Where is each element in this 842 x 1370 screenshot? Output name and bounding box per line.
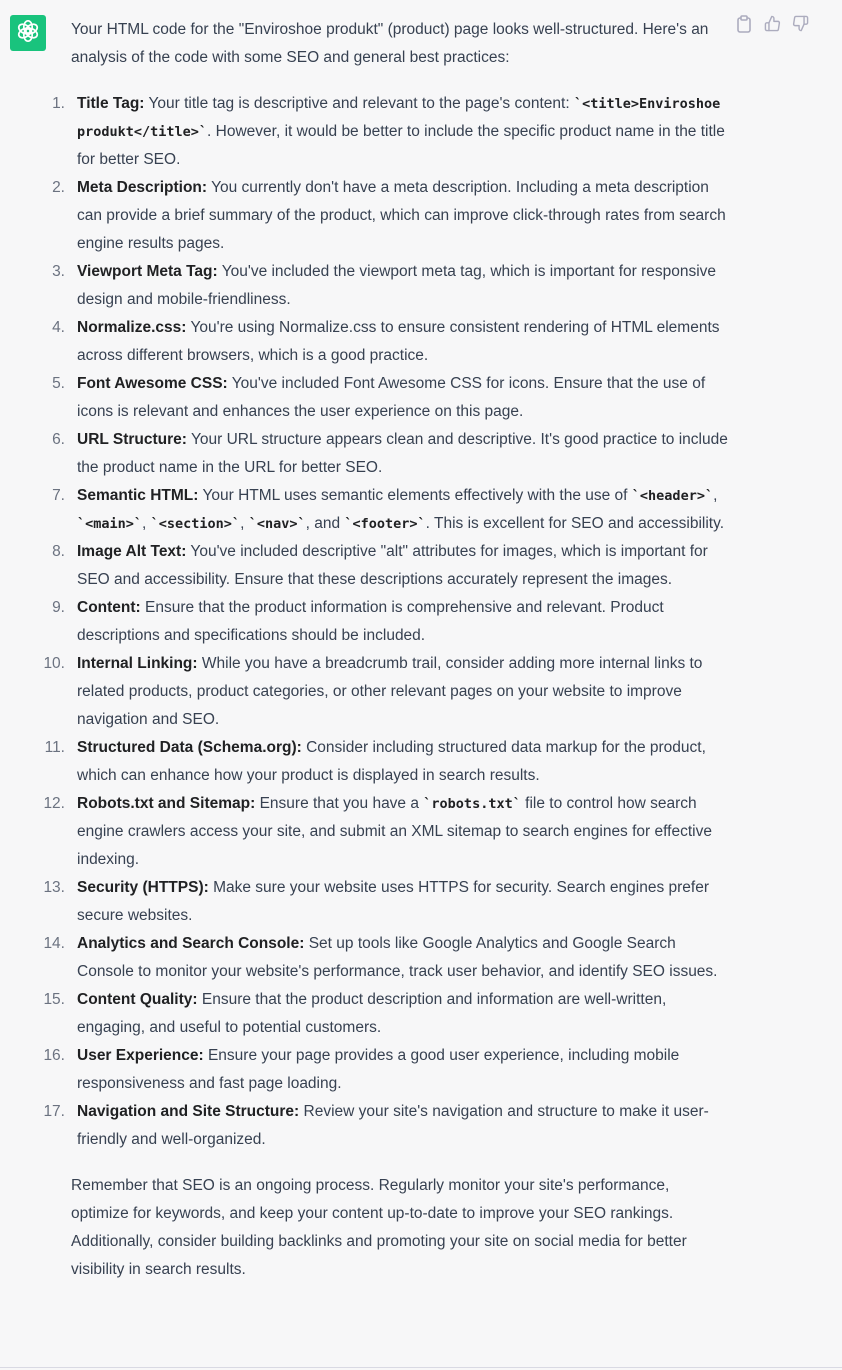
list-item-title: Semantic HTML:: [77, 487, 199, 504]
list-item: 17. Navigation and Site Structure: Review…: [43, 1098, 731, 1154]
list-item-number: 1.: [52, 95, 65, 112]
openai-logo-icon: [15, 18, 41, 49]
inline-code: `<main>`: [77, 516, 143, 532]
assistant-message: Your HTML code for the "Enviroshoe produ…: [43, 16, 731, 1284]
list-item-text: Navigation and Site Structure: Review yo…: [77, 1098, 731, 1154]
message-outro: Remember that SEO is an ongoing process.…: [71, 1177, 687, 1278]
list-item-number: 4.: [52, 319, 65, 336]
list-item-number: 5.: [52, 375, 65, 392]
list-item: 15. Content Quality: Ensure that the prod…: [43, 986, 731, 1042]
list-item: 10. Internal Linking: While you have a br…: [43, 650, 731, 734]
list-item: 14. Analytics and Search Console: Set up …: [43, 930, 731, 986]
list-item-number: 7.: [52, 487, 65, 504]
list-item-number: 16.: [43, 1047, 65, 1064]
list-item-text: Content Quality: Ensure that the product…: [77, 986, 731, 1042]
text-run: . This is excellent for SEO and accessib…: [425, 515, 725, 532]
list-item-number: 3.: [52, 263, 65, 280]
list-item: 7. Semantic HTML: Your HTML uses semantic…: [52, 482, 731, 538]
inline-code: `<header>`: [631, 488, 714, 504]
list-item-text: Structured Data (Schema.org): Consider i…: [77, 734, 731, 790]
list-item: 16. User Experience: Ensure your page pro…: [43, 1042, 731, 1098]
inline-code: `<nav>`: [248, 516, 306, 532]
list-item: 3. Viewport Meta Tag: You've included the…: [52, 258, 731, 314]
list-item-number: 14.: [43, 935, 65, 952]
list-item-number: 13.: [43, 879, 65, 896]
inline-code: `robots.txt`: [423, 796, 521, 812]
list-item-title: Normalize.css:: [77, 319, 187, 336]
thumbs-down-button[interactable]: [791, 15, 809, 37]
copy-button[interactable]: [735, 14, 753, 38]
text-run: , and: [305, 515, 345, 532]
list-item-title: Content:: [77, 599, 141, 616]
assistant-avatar: [10, 15, 46, 51]
list-item-text: Normalize.css: You're using Normalize.cs…: [77, 314, 731, 370]
thumbs-up-icon: [764, 15, 781, 37]
text-run: Your title tag is descriptive and releva…: [144, 95, 574, 112]
list-item-text: Semantic HTML: Your HTML uses semantic e…: [77, 482, 731, 538]
list-item-number: 17.: [43, 1103, 65, 1120]
list-item: 12. Robots.txt and Sitemap: Ensure that y…: [43, 790, 731, 874]
list-item-text: User Experience: Ensure your page provid…: [77, 1042, 731, 1098]
recommendation-list: 1. Title Tag: Your title tag is descripti…: [43, 90, 731, 1154]
text-run: ,: [142, 515, 151, 532]
list-item: 1. Title Tag: Your title tag is descripti…: [52, 90, 731, 174]
list-item-text: Title Tag: Your title tag is descriptive…: [77, 90, 731, 174]
list-item-text: Internal Linking: While you have a bread…: [77, 650, 731, 734]
clipboard-icon: [736, 14, 752, 38]
message-intro: Your HTML code for the "Enviroshoe produ…: [71, 21, 709, 66]
inline-code: `<section>`: [150, 516, 241, 532]
message-actions: [735, 14, 809, 38]
list-item: 8. Image Alt Text: You've included descri…: [52, 538, 731, 594]
list-item-text: Robots.txt and Sitemap: Ensure that you …: [77, 790, 731, 874]
text-run: Your HTML uses semantic elements effecti…: [198, 487, 632, 504]
list-item-title: Robots.txt and Sitemap:: [77, 795, 256, 812]
list-item-title: Image Alt Text:: [77, 543, 187, 560]
list-item-number: 10.: [43, 655, 65, 672]
text-run: ,: [713, 487, 718, 504]
list-item-text: Security (HTTPS): Make sure your website…: [77, 874, 731, 930]
list-item-title: Analytics and Search Console:: [77, 935, 305, 952]
thumbs-up-button[interactable]: [763, 15, 781, 37]
list-item: 6. URL Structure: Your URL structure appe…: [52, 426, 731, 482]
list-item-text: Analytics and Search Console: Set up too…: [77, 930, 731, 986]
list-item-number: 9.: [52, 599, 65, 616]
inline-code: `<footer>`: [344, 516, 426, 532]
text-run: Ensure that the product information is c…: [77, 599, 664, 644]
list-item: 13. Security (HTTPS): Make sure your webs…: [43, 874, 731, 930]
list-item-title: Structured Data (Schema.org):: [77, 739, 302, 756]
list-item: 9. Content: Ensure that the product infor…: [52, 594, 731, 650]
text-run: Ensure that you have a: [255, 795, 424, 812]
thumbs-down-icon: [792, 15, 809, 37]
list-item-title: Navigation and Site Structure:: [77, 1103, 300, 1120]
list-item-text: URL Structure: Your URL structure appear…: [77, 426, 731, 482]
list-item-title: Content Quality:: [77, 991, 198, 1008]
list-item-text: Content: Ensure that the product informa…: [77, 594, 731, 650]
list-item-text: Viewport Meta Tag: You've included the v…: [77, 258, 731, 314]
list-item-title: Title Tag:: [77, 95, 145, 112]
list-item-number: 6.: [52, 431, 65, 448]
list-item-title: Security (HTTPS):: [77, 879, 209, 896]
list-item-title: Font Awesome CSS:: [77, 375, 228, 392]
list-item-title: URL Structure:: [77, 431, 187, 448]
divider: [0, 1367, 842, 1368]
list-item-number: 11.: [44, 739, 65, 756]
list-item-number: 8.: [52, 543, 65, 560]
list-item-title: Viewport Meta Tag:: [77, 263, 218, 280]
list-item: 11. Structured Data (Schema.org): Conside…: [45, 734, 731, 790]
list-item: 4. Normalize.css: You're using Normalize.…: [52, 314, 731, 370]
list-item: 2. Meta Description: You currently don't …: [52, 174, 731, 258]
list-item-number: 12.: [43, 795, 65, 812]
list-item: 5. Font Awesome CSS: You've included Font…: [52, 370, 731, 426]
text-run: ,: [240, 515, 249, 532]
list-item-text: Font Awesome CSS: You've included Font A…: [77, 370, 731, 426]
list-item-text: Image Alt Text: You've included descript…: [77, 538, 731, 594]
list-item-title: Internal Linking:: [77, 655, 198, 672]
list-item-text: Meta Description: You currently don't ha…: [77, 174, 731, 258]
list-item-number: 15.: [43, 991, 65, 1008]
list-item-title: Meta Description:: [77, 179, 208, 196]
list-item-number: 2.: [52, 179, 65, 196]
list-item-title: User Experience:: [77, 1047, 204, 1064]
